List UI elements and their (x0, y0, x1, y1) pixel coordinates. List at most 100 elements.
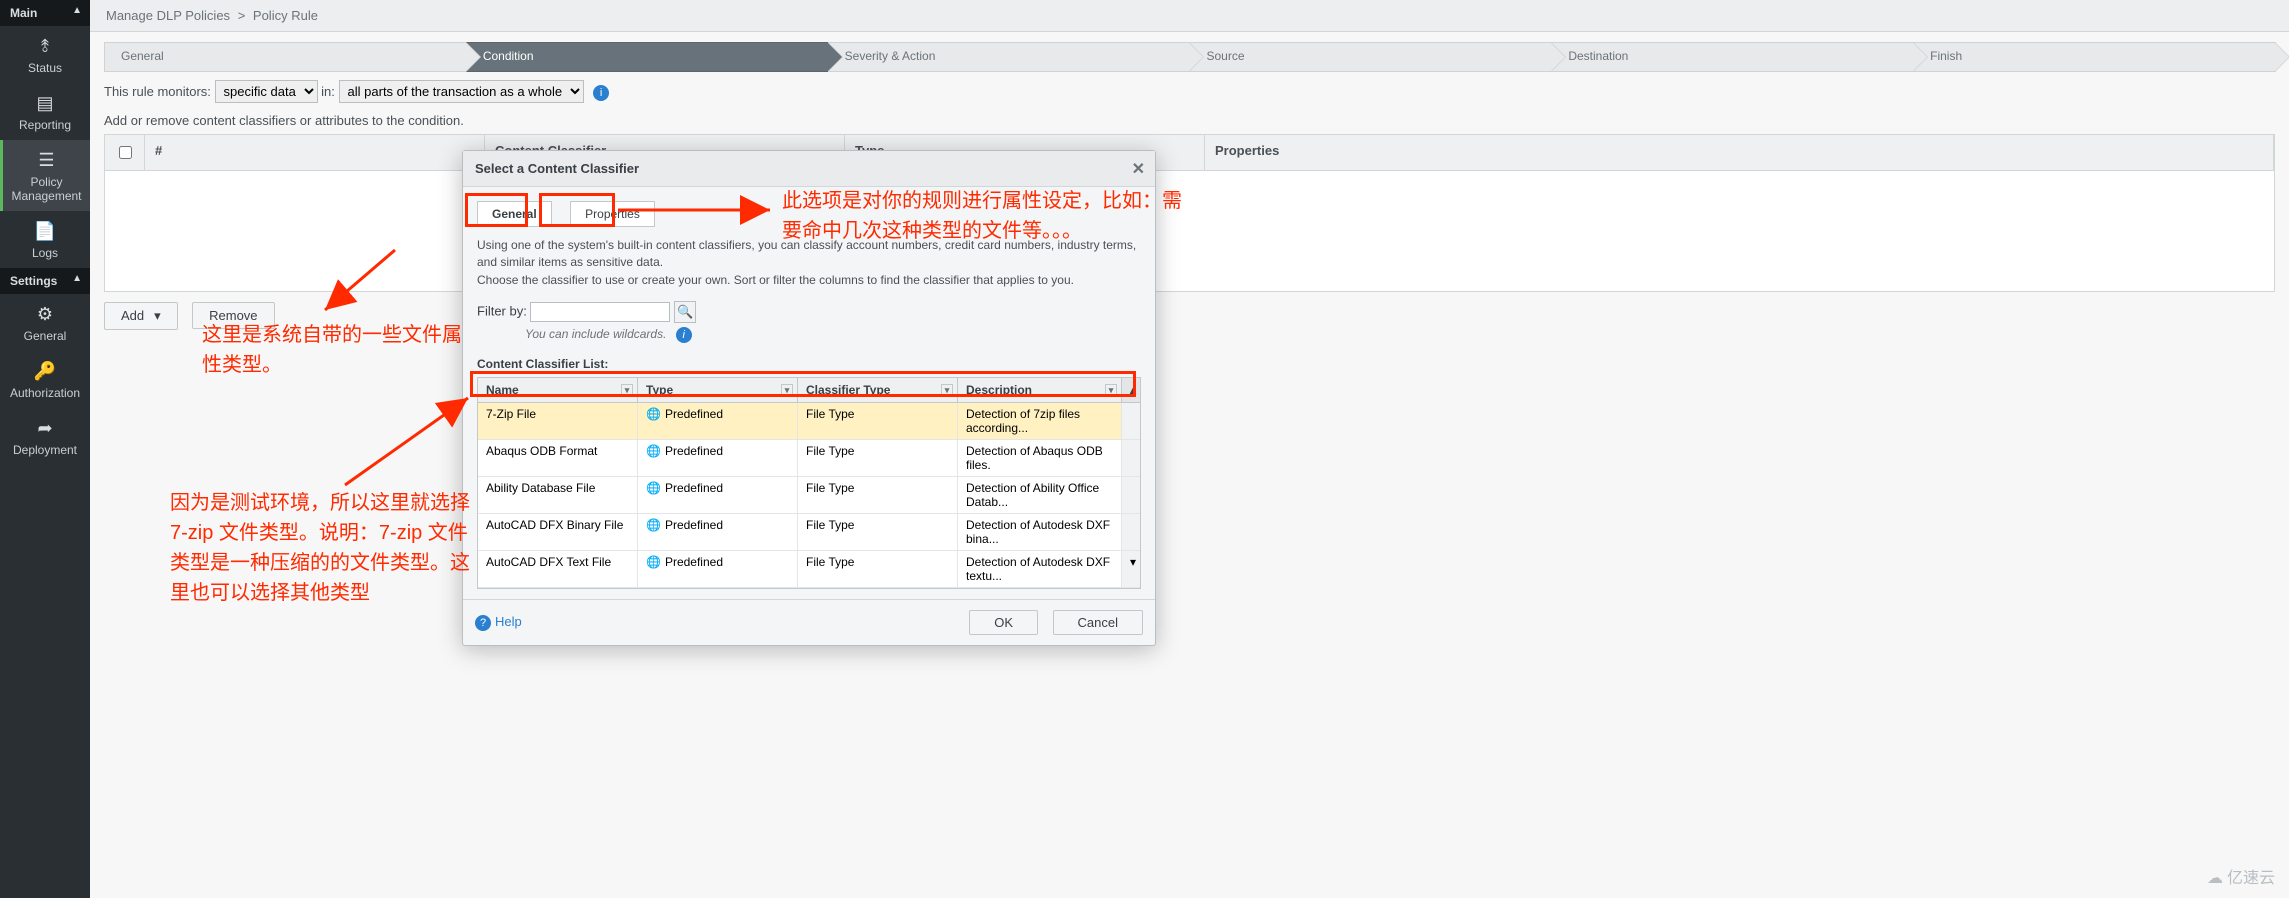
table-row[interactable]: Ability Database File 🌐Predefined File T… (478, 477, 1140, 514)
step-label: General (121, 49, 164, 63)
breadcrumb-b: Policy Rule (253, 8, 318, 23)
filter-input[interactable] (530, 302, 670, 322)
sidebar-item-label: General (24, 329, 67, 343)
sidebar-settings-header[interactable]: Settings ▲ (0, 268, 90, 294)
wildcard-text: You can include wildcards. (525, 327, 666, 341)
scope-select[interactable]: all parts of the transaction as a whole (339, 80, 584, 103)
monitors-label: This rule monitors: (104, 84, 211, 99)
list-icon: ☰ (5, 150, 88, 171)
info-icon[interactable]: i (676, 327, 692, 343)
key-icon: 🔑 (2, 361, 88, 382)
add-label: Add (121, 308, 144, 323)
globe-icon: 🌐 (646, 481, 661, 495)
breadcrumb-a[interactable]: Manage DLP Policies (106, 8, 230, 23)
sidebar-main-header[interactable]: Main ▲ (0, 0, 90, 26)
step-finish[interactable]: Finish (1913, 42, 2276, 72)
close-icon[interactable]: ✕ (1132, 159, 1145, 179)
help-icon: ? (475, 615, 491, 631)
dialog-title-bar: Select a Content Classifier ✕ (463, 151, 1155, 187)
sidebar-item-policy-management[interactable]: ☰ Policy Management (0, 140, 90, 211)
cell-desc: Detection of Abaqus ODB files. (958, 440, 1122, 476)
cell-type: 🌐 Predefined (638, 551, 798, 587)
filter-line: Filter by: 🔍 (477, 301, 1141, 323)
scrollbar-track[interactable] (1122, 477, 1140, 513)
annotation-box-properties-tab (539, 193, 615, 227)
cancel-button[interactable]: Cancel (1053, 610, 1143, 635)
chevron-down-icon: ▾ (154, 308, 161, 323)
sidebar-item-label: Logs (32, 246, 58, 260)
cell-ctype: File Type (798, 403, 958, 439)
ok-button[interactable]: OK (969, 610, 1038, 635)
cell-ctype: File Type (798, 477, 958, 513)
cell-type: 🌐Predefined (638, 477, 798, 513)
share-icon: ➦ (2, 418, 88, 439)
help-text: Help (495, 614, 522, 629)
sidebar-item-label: Policy Management (11, 175, 81, 203)
cell-desc: Detection of 7zip files according... (958, 403, 1122, 439)
col-checkbox[interactable] (105, 135, 145, 170)
select-all-checkbox[interactable] (119, 146, 132, 159)
dialog-desc-2: Choose the classifier to use or create y… (477, 272, 1141, 289)
cell-name: AutoCAD DFX Text File (478, 551, 638, 587)
type-text: Predefined (665, 444, 723, 458)
type-text: Predefined (665, 555, 723, 569)
sidebar: Main ▲ ⥉ Status ▤ Reporting ☰ Policy Man… (0, 0, 90, 898)
breadcrumb: Manage DLP Policies > Policy Rule (90, 0, 2289, 32)
annotation-box-general-tab (465, 193, 528, 227)
globe-icon: 🌐 (646, 444, 661, 458)
globe-icon: 🌐 (646, 555, 661, 569)
sidebar-item-logs[interactable]: 📄 Logs (0, 211, 90, 268)
step-source[interactable]: Source (1189, 42, 1552, 72)
globe-icon: 🌐 (646, 518, 661, 532)
step-severity[interactable]: Severity & Action (828, 42, 1191, 72)
scrollbar-track[interactable] (1122, 403, 1140, 439)
search-icon[interactable]: 🔍 (674, 301, 696, 323)
cell-type: 🌐 Predefined (638, 514, 798, 550)
gear-icon: ⚙ (2, 304, 88, 325)
help-link[interactable]: ? Help (475, 614, 522, 631)
table-row[interactable]: 7-Zip File 🌐Predefined File Type Detecti… (478, 403, 1140, 440)
scroll-down-icon[interactable]: ▾ (1122, 551, 1140, 587)
cell-ctype: File Type (798, 551, 958, 587)
sidebar-item-label: Reporting (19, 118, 71, 132)
col-number[interactable]: # (145, 135, 485, 170)
type-text: Predefined (665, 407, 723, 421)
breadcrumb-sep: > (234, 8, 250, 23)
monitors-select[interactable]: specific data (215, 80, 318, 103)
sidebar-item-general[interactable]: ⚙ General (0, 294, 90, 351)
rule-monitors-line: This rule monitors: specific data in: al… (104, 80, 2275, 103)
watermark: ☁ 亿速云 (2207, 864, 2275, 888)
step-label: Condition (483, 49, 534, 63)
classifier-grid: # Content Classifier Type Properties (104, 134, 2275, 292)
scrollbar-track[interactable] (1122, 514, 1140, 550)
sidebar-item-authorization[interactable]: 🔑 Authorization (0, 351, 90, 408)
in-label: in: (321, 84, 335, 99)
type-text: Predefined (665, 518, 723, 532)
sidebar-item-deployment[interactable]: ➦ Deployment (0, 408, 90, 465)
step-label: Finish (1930, 49, 1962, 63)
step-general[interactable]: General (104, 42, 467, 72)
add-button[interactable]: Add ▾ (104, 302, 178, 330)
step-condition[interactable]: Condition (466, 42, 829, 72)
pulse-icon: ⥉ (2, 36, 88, 57)
sidebar-item-status[interactable]: ⥉ Status (0, 26, 90, 83)
grid-body-empty (105, 171, 2274, 291)
wildcard-hint: You can include wildcards. i (525, 327, 1141, 343)
step-destination[interactable]: Destination (1551, 42, 1914, 72)
table-row[interactable]: AutoCAD DFX Text File 🌐 Predefined File T… (478, 551, 1140, 588)
bar-chart-icon: ▤ (2, 93, 88, 114)
annotation-box-selected-row (470, 371, 1136, 397)
instruction-text: Add or remove content classifiers or att… (104, 113, 2275, 128)
grid-header: # Content Classifier Type Properties (105, 135, 2274, 171)
dialog-buttons: OK Cancel (959, 610, 1143, 635)
info-icon[interactable]: i (593, 85, 609, 101)
classifier-list-label: Content Classifier List: (477, 357, 1141, 371)
col-properties[interactable]: Properties (1205, 135, 2274, 170)
annotation-text-1: 这里是系统自带的一些文件属性类型。 (202, 320, 462, 380)
annotation-text-2: 此选项是对你的规则进行属性设定，比如：需要命中几次这种类型的文件等。。。 (782, 186, 1182, 246)
sidebar-item-reporting[interactable]: ▤ Reporting (0, 83, 90, 140)
table-row[interactable]: Abaqus ODB Format 🌐Predefined File Type … (478, 440, 1140, 477)
wizard-steps: General Condition Severity & Action Sour… (104, 42, 2275, 72)
scrollbar-track[interactable] (1122, 440, 1140, 476)
table-row[interactable]: AutoCAD DFX Binary File 🌐Predefined File… (478, 514, 1140, 551)
